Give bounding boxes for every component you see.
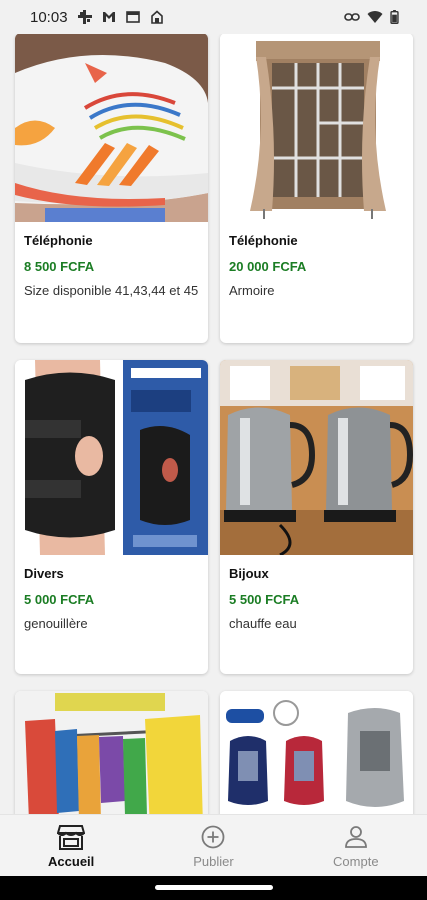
listing-info: Divers 5 000 FCFA genouillère — [15, 555, 208, 633]
status-bar: 10:03 — [0, 0, 427, 34]
listing-price: 8 500 FCFA — [24, 259, 95, 274]
listing-info: Téléphonie 8 500 FCFA Size disponible 41… — [15, 222, 208, 300]
knee-brace-photo — [15, 360, 208, 555]
battery-icon — [390, 10, 399, 24]
app-screen: 10:03 Téléphonie 8 500 FCFA Size disponi… — [0, 0, 427, 900]
listing-card[interactable]: Téléphonie 20 000 FCFA Armoire — [220, 34, 413, 343]
nav-accueil[interactable]: Accueil — [0, 815, 142, 876]
slack-icon — [77, 10, 92, 24]
person-icon — [341, 823, 371, 851]
listing-card[interactable]: Téléphonie 8 500 FCFA Size disponible 41… — [15, 34, 208, 343]
wardrobe-photo — [220, 34, 413, 222]
listing-info: Bijoux 5 500 FCFA chauffe eau — [220, 555, 413, 633]
system-navigation-bar — [0, 876, 427, 900]
bottom-navigation: Accueil Publier Compte — [0, 814, 427, 876]
home-icon — [150, 10, 163, 24]
listing-price: 5 000 FCFA — [24, 592, 95, 607]
wifi-icon — [367, 11, 383, 23]
listing-category: Téléphonie — [229, 233, 298, 248]
nav-label: Accueil — [48, 854, 95, 869]
baby-carrier-photo — [220, 691, 413, 814]
nav-label: Compte — [333, 854, 379, 869]
gmail-icon — [102, 12, 115, 22]
home-gesture-handle[interactable] — [155, 885, 273, 890]
nav-label: Publier — [193, 854, 234, 869]
link-icon — [344, 13, 360, 21]
listing-card[interactable]: Divers 5 000 FCFA genouillère — [15, 360, 208, 674]
listing-card[interactable]: Bijoux 5 500 FCFA chauffe eau — [220, 360, 413, 674]
listing-description: Armoire — [229, 283, 275, 298]
nav-publier[interactable]: Publier — [142, 815, 284, 876]
listing-card[interactable] — [15, 691, 208, 814]
sneaker-photo — [15, 34, 208, 222]
status-right — [344, 10, 399, 24]
kettle-photo — [220, 360, 413, 555]
listing-description: chauffe eau — [229, 616, 297, 631]
listing-category: Bijoux — [229, 566, 269, 581]
nav-compte[interactable]: Compte — [285, 815, 427, 876]
screen-cast-icon — [125, 11, 140, 23]
listing-category: Téléphonie — [24, 233, 93, 248]
clothes-rack-photo — [15, 691, 208, 814]
listing-price: 20 000 FCFA — [229, 259, 307, 274]
listing-description: genouillère — [24, 616, 88, 631]
listing-category: Divers — [24, 566, 64, 581]
listing-card[interactable] — [220, 691, 413, 814]
status-left: 10:03 — [30, 9, 164, 26]
listing-price: 5 500 FCFA — [229, 592, 300, 607]
listing-description: Size disponible 41,43,44 et 45 — [24, 283, 199, 298]
store-icon — [56, 823, 86, 851]
status-time: 10:03 — [30, 8, 68, 26]
listing-info: Téléphonie 20 000 FCFA Armoire — [220, 222, 413, 300]
add-circle-icon — [198, 823, 228, 851]
listing-feed[interactable]: Téléphonie 8 500 FCFA Size disponible 41… — [0, 34, 427, 814]
